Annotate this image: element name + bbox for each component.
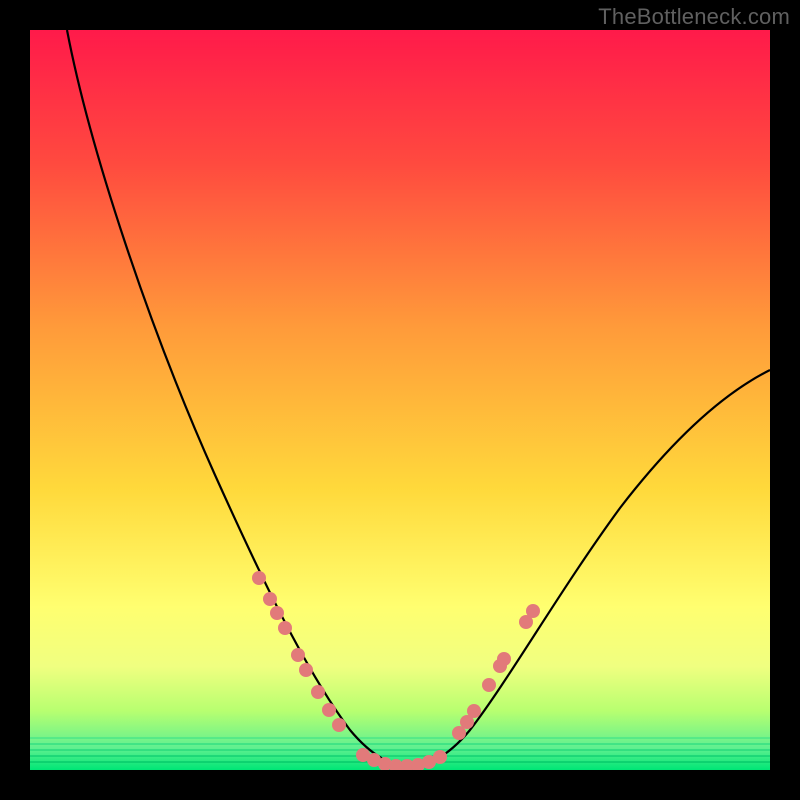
chart-svg <box>30 30 770 770</box>
gradient-background <box>30 30 770 770</box>
watermark-text: TheBottleneck.com <box>598 4 790 30</box>
bottleneck-chart <box>30 30 770 770</box>
